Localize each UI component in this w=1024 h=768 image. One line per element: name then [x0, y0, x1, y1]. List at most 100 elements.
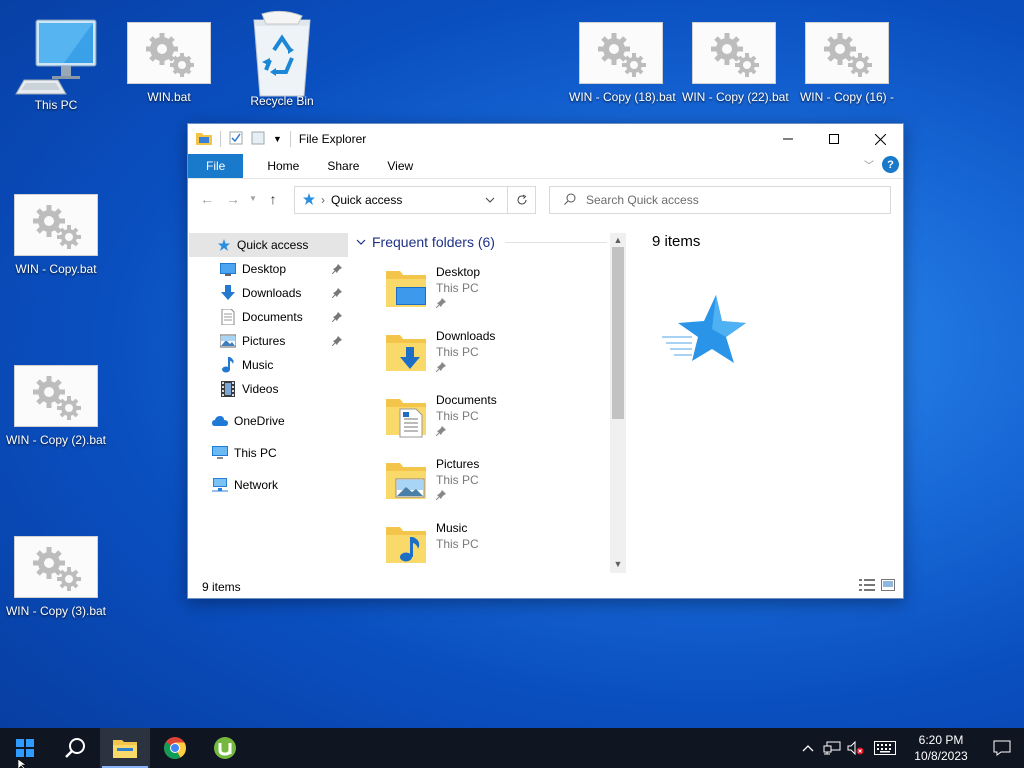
- folder-name: Music: [436, 521, 468, 535]
- large-icons-view-icon[interactable]: [881, 579, 895, 594]
- sidebar-item-downloads[interactable]: Downloads: [188, 281, 348, 305]
- scrollbar-thumb[interactable]: [612, 247, 624, 419]
- properties-icon[interactable]: [229, 131, 243, 148]
- action-center-button[interactable]: [980, 728, 1024, 768]
- pin-icon[interactable]: [331, 335, 342, 349]
- desktop-folder-icon: [384, 267, 428, 311]
- desktop-icon-label: WIN - Copy (18).bat: [569, 90, 676, 104]
- recent-locations-button[interactable]: ▼: [246, 187, 260, 211]
- tab-home[interactable]: Home: [243, 154, 313, 178]
- desktop-icon-win-copy[interactable]: WIN - Copy.bat: [4, 194, 108, 276]
- show-hidden-icons-button[interactable]: [796, 728, 820, 768]
- refresh-button[interactable]: [507, 187, 535, 213]
- desktop-icon-label: WIN - Copy (22).bat: [682, 90, 789, 104]
- computer-icon: [14, 14, 98, 98]
- taskbar-clock[interactable]: 6:20 PM 10/8/2023: [902, 732, 980, 764]
- sidebar-item-videos[interactable]: Videos: [188, 377, 348, 401]
- batch-file-icon: [127, 22, 211, 84]
- maximize-button[interactable]: [811, 124, 857, 154]
- sidebar-item-quick-access[interactable]: Quick access: [189, 233, 348, 257]
- keyboard-tray-button[interactable]: [868, 728, 902, 768]
- sidebar-item-label: Desktop: [242, 262, 287, 276]
- group-divider: [505, 242, 607, 243]
- music-icon: [220, 357, 236, 373]
- breadcrumb-location[interactable]: Quick access: [331, 193, 402, 207]
- scroll-up-arrow-icon[interactable]: ▲: [613, 235, 623, 245]
- sidebar-item-documents[interactable]: Documents: [188, 305, 348, 329]
- new-folder-icon[interactable]: [251, 131, 265, 148]
- sidebar-item-music[interactable]: Music: [188, 353, 348, 377]
- windows-logo-icon: [16, 739, 34, 757]
- forward-button[interactable]: →: [220, 187, 246, 211]
- volume-tray-button[interactable]: [844, 728, 868, 768]
- picture-icon: [220, 333, 236, 349]
- scroll-down-arrow-icon[interactable]: ▼: [613, 559, 623, 569]
- file-explorer-window[interactable]: ▼ File Explorer File Home Share View ﹀ ?…: [187, 123, 904, 599]
- desktop-icon-win-copy-3[interactable]: WIN - Copy (3).bat: [4, 536, 108, 618]
- group-header-label: Frequent folders (6): [372, 234, 495, 250]
- close-button[interactable]: [857, 124, 903, 154]
- content-scrollbar[interactable]: ▲ ▼: [610, 233, 626, 573]
- address-bar[interactable]: › Quick access: [294, 186, 536, 214]
- tab-view[interactable]: View: [373, 154, 427, 178]
- chevron-down-icon: ▼: [249, 194, 257, 203]
- sidebar-item-label: Documents: [242, 310, 303, 324]
- clock-time: 6:20 PM: [918, 733, 964, 747]
- folder-name: Documents: [436, 393, 497, 407]
- navigation-pane: Quick access Desktop Downloads Documents…: [188, 233, 348, 573]
- pin-icon[interactable]: [331, 263, 342, 277]
- sidebar-item-desktop[interactable]: Desktop: [188, 257, 348, 281]
- search-input[interactable]: [586, 193, 876, 207]
- network-icon: [823, 741, 841, 755]
- folder-tile-pictures[interactable]: Pictures This PC: [384, 455, 584, 515]
- volume-muted-icon: [847, 741, 864, 755]
- sidebar-item-network[interactable]: Network: [188, 473, 348, 497]
- desktop-icon-label: WIN - Copy (2).bat: [5, 433, 107, 447]
- sidebar-item-onedrive[interactable]: OneDrive: [188, 409, 348, 433]
- minimize-button[interactable]: [765, 124, 811, 154]
- taskbar-chrome[interactable]: [150, 728, 200, 768]
- batch-file-icon: [14, 194, 98, 256]
- tab-share[interactable]: Share: [313, 154, 373, 178]
- folder-tile-downloads[interactable]: Downloads This PC: [384, 327, 584, 387]
- desktop-icon-recycle-bin[interactable]: Recycle Bin: [230, 10, 334, 108]
- pin-icon[interactable]: [331, 287, 342, 301]
- desktop-icon-win-copy-16[interactable]: WIN - Copy (16) -: [795, 22, 899, 104]
- tab-file[interactable]: File: [188, 154, 244, 178]
- network-tray-button[interactable]: [820, 728, 844, 768]
- desktop-icon-label: WIN.bat: [147, 90, 191, 104]
- desktop-icon-this-pc[interactable]: This PC: [4, 14, 108, 112]
- folder-tile-documents[interactable]: Documents This PC: [384, 391, 584, 451]
- expand-ribbon-chevron-icon[interactable]: ﹀: [864, 157, 874, 172]
- desktop-icon-win-copy-2[interactable]: WIN - Copy (2).bat: [4, 365, 108, 447]
- details-view-icon[interactable]: [859, 579, 875, 594]
- folder-tile-music[interactable]: Music This PC: [384, 519, 584, 573]
- title-bar[interactable]: ▼ File Explorer: [188, 124, 903, 154]
- up-button[interactable]: ↑: [260, 187, 286, 211]
- batch-file-icon: [579, 22, 663, 84]
- desktop-icon-win-copy-22[interactable]: WIN - Copy (22).bat: [682, 22, 789, 104]
- frequent-folders-header[interactable]: Frequent folders (6): [356, 233, 495, 251]
- back-button[interactable]: ←: [194, 187, 220, 211]
- sidebar-item-label: Pictures: [242, 334, 286, 348]
- search-button[interactable]: [50, 728, 100, 768]
- notification-icon: [993, 740, 1011, 756]
- folder-location: This PC: [436, 473, 479, 487]
- desktop-icon-win-copy-18[interactable]: WIN - Copy (18).bat: [569, 22, 676, 104]
- taskbar-file-explorer[interactable]: [100, 728, 150, 768]
- address-history-chevron-icon[interactable]: [485, 194, 495, 208]
- sidebar-item-pictures[interactable]: Pictures: [188, 329, 348, 353]
- pin-icon[interactable]: [331, 311, 342, 325]
- folder-tile-desktop[interactable]: Desktop This PC: [384, 263, 584, 323]
- close-icon: [874, 133, 886, 145]
- recycle-bin-icon: [240, 10, 324, 98]
- help-icon[interactable]: ?: [882, 156, 899, 173]
- music-folder-icon: [384, 523, 428, 567]
- sidebar-item-label: Videos: [242, 382, 279, 396]
- taskbar: 6:20 PM 10/8/2023: [0, 728, 1024, 768]
- customize-toolbar-dropdown-icon[interactable]: ▼: [273, 134, 282, 144]
- sidebar-item-this-pc[interactable]: This PC: [188, 441, 348, 465]
- search-box[interactable]: [549, 186, 891, 214]
- taskbar-utorrent[interactable]: [200, 728, 250, 768]
- desktop-icon-win-bat[interactable]: WIN.bat: [117, 22, 221, 104]
